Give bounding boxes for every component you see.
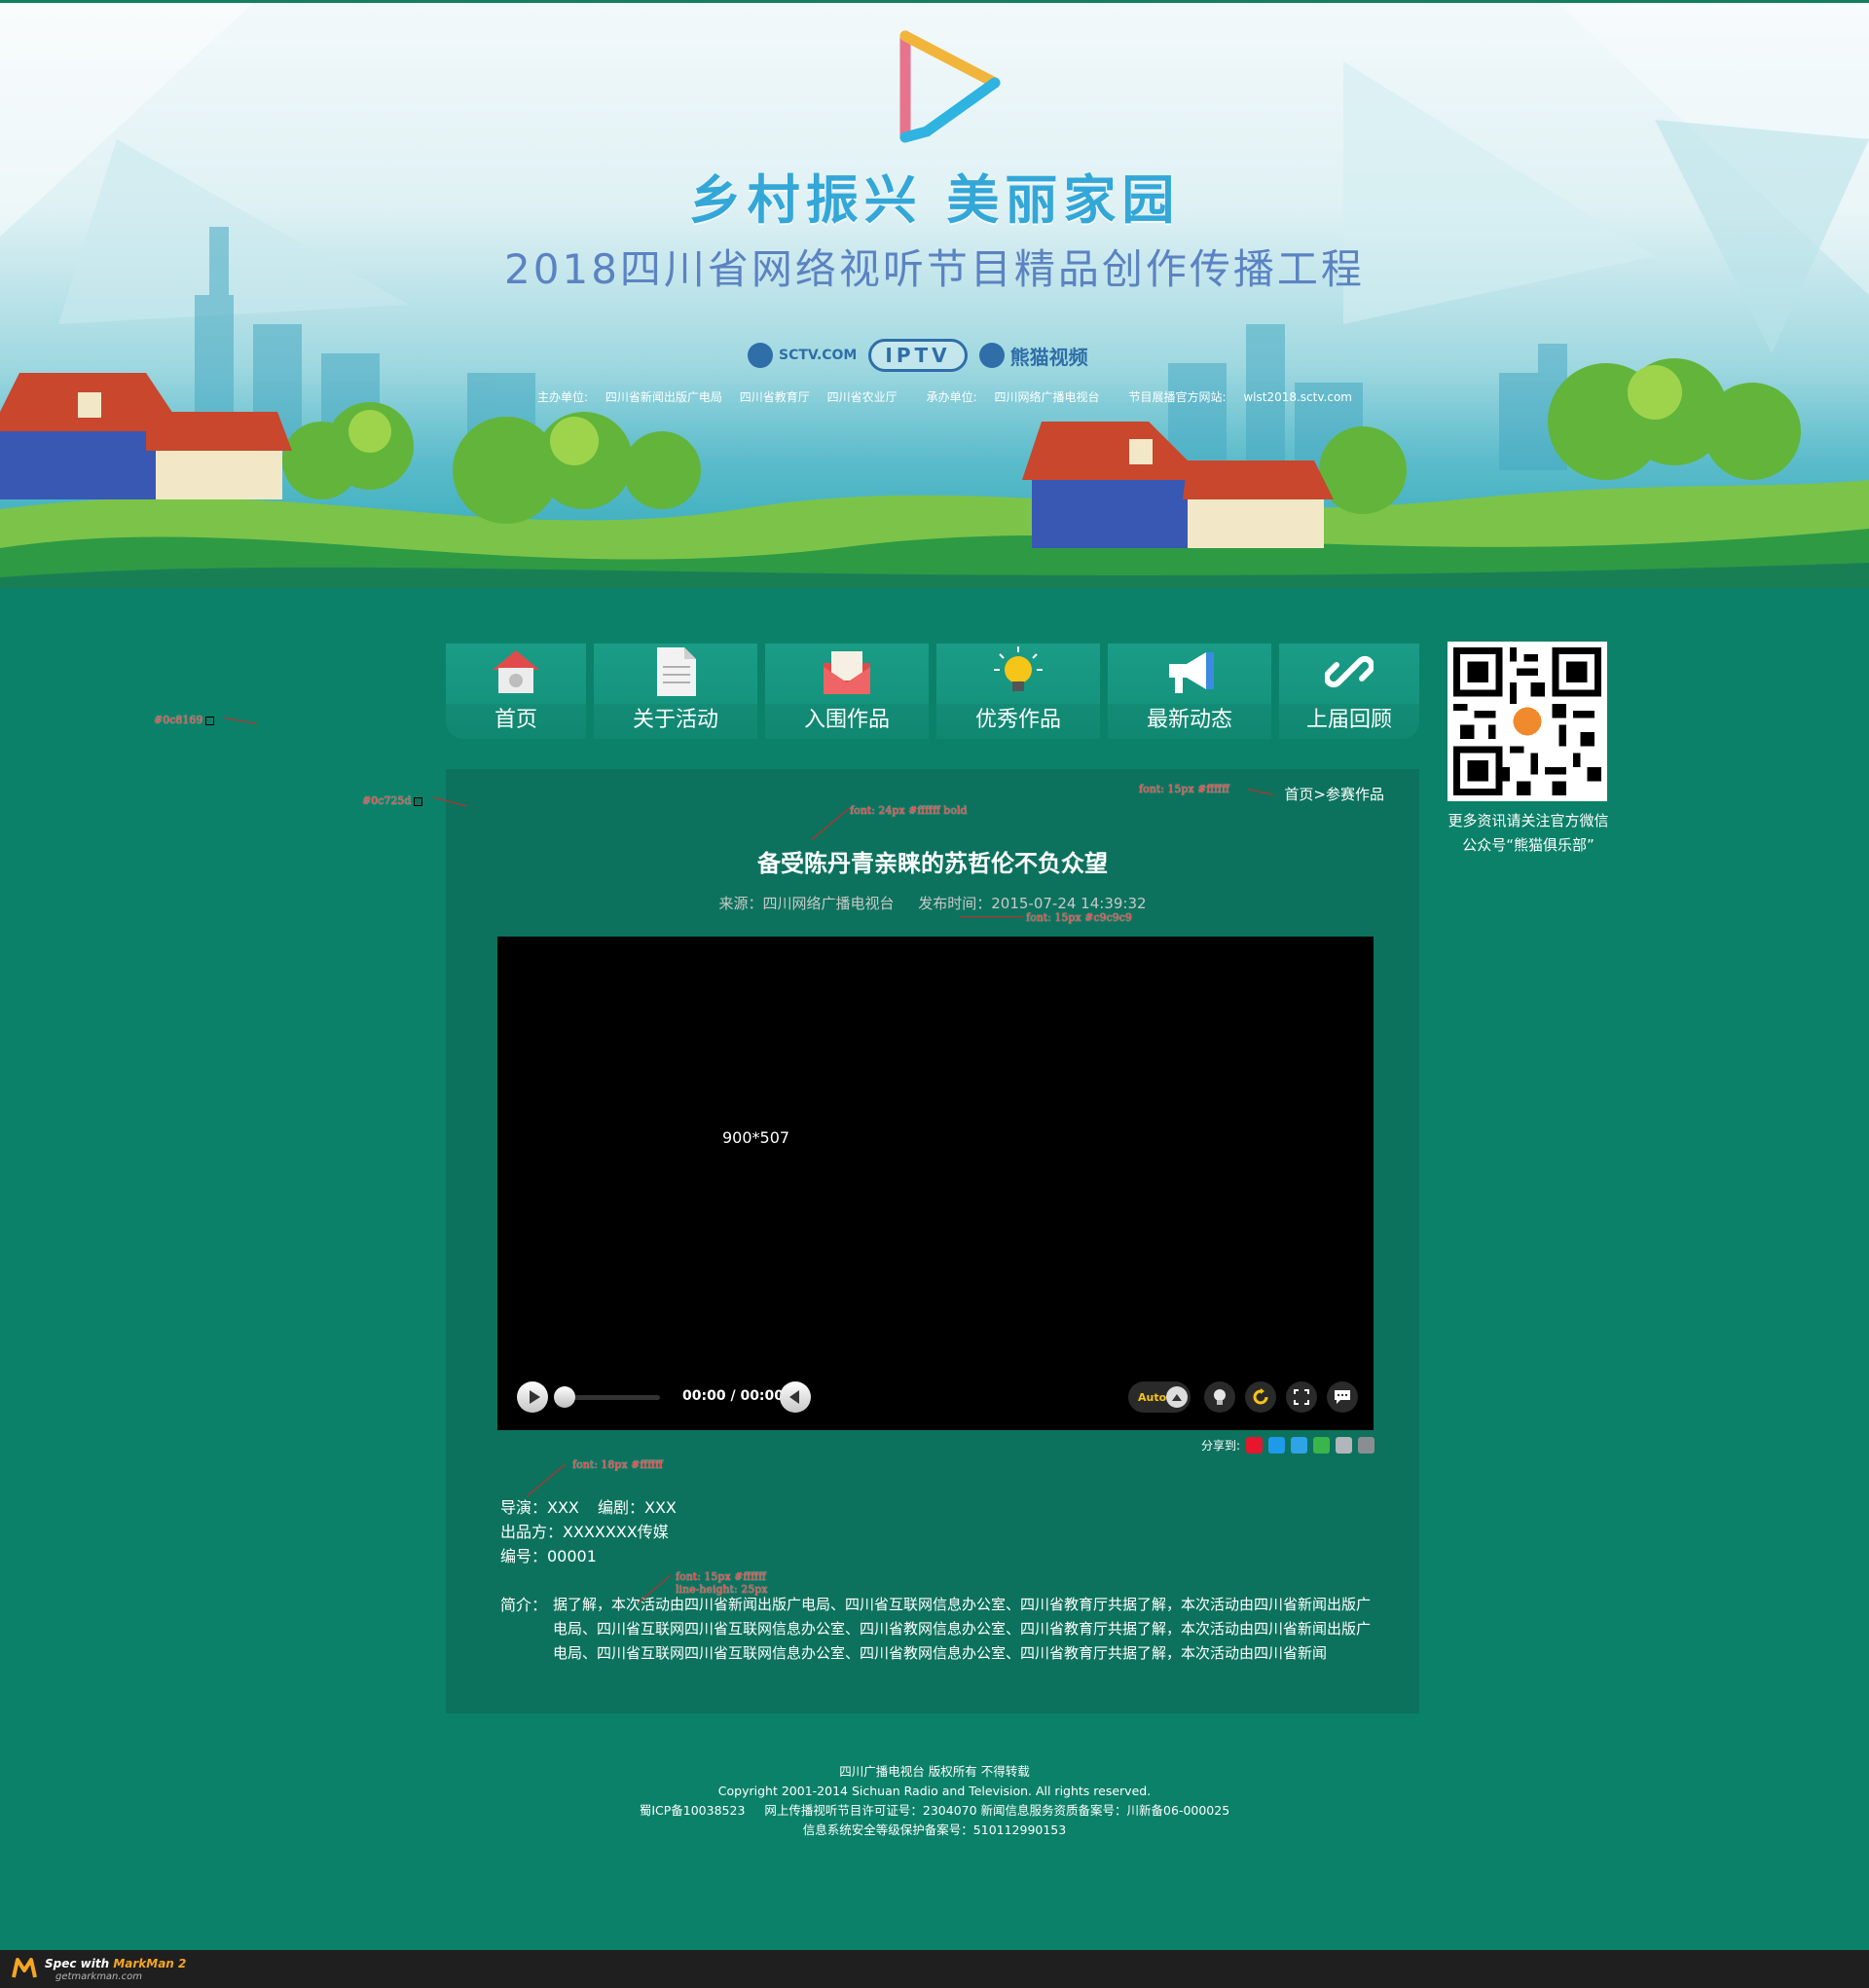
- partner-sctv: SCTV.COM: [748, 343, 857, 368]
- video-player[interactable]: 900*507 00:00 / 00:00 Auto: [497, 937, 1374, 1430]
- banner-title: 乡村振兴 美丽家园: [688, 169, 1181, 231]
- license-info: 网上传播视听节目许可证号：2304070 新闻信息服务资质备案号：川新备06-0…: [764, 1803, 1230, 1818]
- writer: 编剧：XXX: [597, 1498, 677, 1517]
- play-logo-icon: [899, 30, 1001, 143]
- progress-handle[interactable]: [554, 1386, 575, 1408]
- partner-logos: SCTV.COM IPTV 熊猫视频: [748, 336, 1088, 375]
- weibo-icon[interactable]: [1246, 1437, 1263, 1454]
- danmaku-button[interactable]: [1327, 1381, 1358, 1413]
- banner-subtitle: 2018四川省网络视听节目精品创作传播工程: [504, 245, 1365, 293]
- nav-item-home[interactable]: 首页: [446, 644, 586, 739]
- document-icon: [646, 644, 705, 700]
- link-icon: [1320, 644, 1378, 700]
- home-icon: [487, 644, 545, 700]
- quality-selector[interactable]: Auto: [1128, 1381, 1191, 1413]
- icp-number[interactable]: 蜀ICP备10038523: [640, 1803, 746, 1818]
- partner-iptv: IPTV: [868, 339, 968, 372]
- article-source: 来源：四川网络广播电视台: [718, 895, 895, 912]
- player-controls: 00:00 / 00:00 Auto: [497, 1378, 1374, 1417]
- fullscreen-button[interactable]: [1286, 1381, 1317, 1413]
- partner-panda-video: 熊猫视频: [978, 342, 1088, 370]
- comment-icon: [1335, 1390, 1350, 1404]
- synopsis-text: 据了解，本次活动由四川省新闻出版广电局、四川省互联网信息办公室、四川省教育厅共据…: [553, 1596, 1372, 1662]
- markman-logo-icon: [12, 1958, 37, 1978]
- official-site-link[interactable]: wlst2018.sctv.com: [1243, 390, 1352, 404]
- synopsis: 简介： 据了解，本次活动由四川省新闻出版广电局、四川省互联网信息办公室、四川省教…: [500, 1593, 1376, 1666]
- lightbulb-icon: [989, 644, 1047, 700]
- light-toggle-button[interactable]: [1204, 1381, 1235, 1413]
- annotation-leader: [224, 718, 257, 724]
- more-share-icon[interactable]: [1358, 1437, 1374, 1454]
- qr-code-icon: [1453, 647, 1601, 795]
- nav-item-news[interactable]: 最新动态: [1108, 644, 1271, 739]
- renren-icon[interactable]: [1336, 1437, 1352, 1454]
- swatch-icon: [414, 796, 423, 806]
- qr-caption: 更多资讯请关注官方微信 公众号“熊猫俱乐部”: [1448, 812, 1609, 854]
- bulb-icon: [1214, 1389, 1226, 1405]
- qq-icon[interactable]: [1268, 1437, 1285, 1454]
- breadcrumb-current[interactable]: 参赛作品: [1326, 786, 1384, 803]
- qzone-icon[interactable]: [1291, 1437, 1307, 1454]
- nav-item-review[interactable]: 上届回顾: [1279, 644, 1419, 739]
- swatch-icon: [205, 716, 215, 725]
- volume-button[interactable]: [780, 1381, 811, 1413]
- article-title: 备受陈丹青亲睐的苏哲伦不负众望: [757, 850, 1108, 877]
- meta-spec-annotation: font: 15px #c9c9c9: [1026, 911, 1132, 924]
- content-panel: 首页>参赛作品 备受陈丹青亲睐的苏哲伦不负众望 来源：四川网络广播电视台 发布时…: [446, 769, 1419, 1713]
- megaphone-icon: [1160, 644, 1219, 700]
- breadcrumb-spec-annotation: font: 15px #ffffff: [1139, 783, 1229, 795]
- chevron-up-icon: [1166, 1386, 1188, 1408]
- play-button[interactable]: [517, 1381, 548, 1413]
- replay-icon: [1253, 1388, 1268, 1405]
- credits: 导演：XXX 编剧：XXX 出品方：XXXXXXX传媒 编号：00001: [500, 1495, 677, 1568]
- intro-spec-annotation: font: 15px #ffffff line-height: 25px: [676, 1570, 768, 1596]
- nav-item-finalists[interactable]: 入围作品: [765, 644, 929, 739]
- director: 导演：XXX: [500, 1498, 579, 1517]
- main-nav: 首页 关于活动 入围作品 优秀作品 最新动态 上届回顾: [446, 644, 1419, 739]
- synopsis-label: 简介：: [500, 1596, 548, 1614]
- breadcrumb-home[interactable]: 首页: [1284, 786, 1313, 803]
- info-spec-annotation: font: 18px #ffffff: [572, 1458, 663, 1471]
- annotation-leader: [959, 916, 1023, 917]
- article-meta: 来源：四川网络广播电视台 发布时间：2015-07-24 14:39:32: [446, 893, 1419, 913]
- bg-color-annotation: #0c8169: [154, 714, 215, 726]
- nav-item-about[interactable]: 关于活动: [594, 644, 757, 739]
- sctv-logo-icon: [748, 343, 773, 368]
- article-published: 发布时间：2015-07-24 14:39:32: [918, 895, 1147, 912]
- nav-item-excellent[interactable]: 优秀作品: [936, 644, 1100, 739]
- title-spec-annotation: font: 24px #ffffff bold: [850, 804, 968, 817]
- banner: 乡村振兴 美丽家园 2018四川省网络视听节目精品创作传播工程 SCTV.COM…: [0, 0, 1869, 588]
- wechat-qr-code: [1448, 642, 1607, 801]
- producer: 出品方：XXXXXXX传媒: [500, 1523, 669, 1541]
- envelope-icon: [818, 644, 876, 700]
- markman-bar: Spec with MarkMan 2 getmarkman.com: [0, 1950, 1869, 1988]
- replay-button[interactable]: [1245, 1381, 1276, 1413]
- breadcrumb: 首页>参赛作品: [1284, 786, 1384, 803]
- share-bar: 分享到:: [1201, 1437, 1374, 1454]
- panda-logo-icon: [978, 343, 1005, 368]
- wechat-icon[interactable]: [1313, 1437, 1330, 1454]
- footer: 四川广播电视台 版权所有 不得转载 Copyright 2001-2014 Si…: [639, 1764, 1230, 1837]
- fullscreen-icon: [1294, 1389, 1309, 1405]
- organizers: 主办单位: 四川省新闻出版广电局 四川省教育厅 四川省农业厅 承办单位: 四川网…: [537, 390, 1352, 404]
- work-number: 编号：00001: [500, 1547, 597, 1565]
- share-label: 分享到:: [1200, 1439, 1240, 1453]
- panel-color-annotation: #0c725d: [362, 794, 423, 807]
- player-size-label: 900*507: [722, 1128, 790, 1147]
- time-display: 00:00 / 00:00: [682, 1388, 785, 1404]
